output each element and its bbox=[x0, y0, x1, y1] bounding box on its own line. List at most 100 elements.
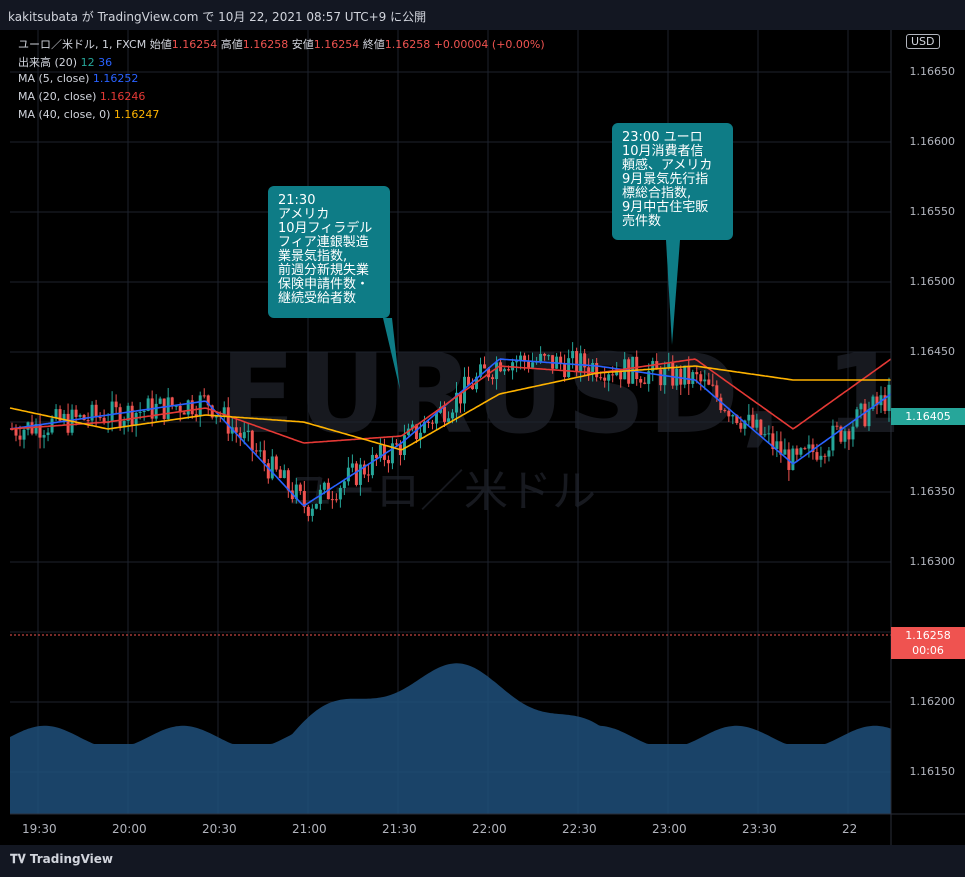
candle-body bbox=[679, 368, 683, 385]
close-label: 終値 bbox=[362, 38, 385, 51]
legend-ma5-row: MA (5, close) 1.16252 bbox=[18, 72, 138, 85]
candle-body bbox=[515, 361, 519, 363]
candle-body bbox=[683, 365, 687, 385]
candle-body bbox=[575, 351, 579, 372]
legend-volume-row: 出来高 (20) 12 36 bbox=[18, 54, 112, 70]
ma5-value: 1.16252 bbox=[92, 72, 139, 85]
candle-body bbox=[46, 432, 50, 436]
candle-body bbox=[755, 419, 759, 428]
brand-label: TradingView bbox=[29, 852, 114, 866]
change-value: +0.00004 (+0.00%) bbox=[433, 38, 545, 51]
volume-area bbox=[10, 663, 891, 814]
candle-body bbox=[366, 474, 370, 476]
candle-body bbox=[803, 448, 807, 450]
ma-line-1 bbox=[9, 358, 892, 444]
price-tick-label: 1.16200 bbox=[909, 695, 956, 708]
candle-body bbox=[727, 410, 731, 417]
candle-body bbox=[134, 412, 138, 426]
volume-value-1: 12 bbox=[80, 56, 95, 69]
price-tick-label: 1.16450 bbox=[909, 345, 956, 358]
candle-body bbox=[663, 368, 667, 386]
candle-body bbox=[691, 372, 695, 384]
candle-body bbox=[394, 443, 398, 445]
candle-body bbox=[715, 385, 719, 398]
candle-body bbox=[531, 362, 535, 368]
candle-body bbox=[619, 371, 623, 380]
candle-body bbox=[835, 425, 839, 427]
candle-body bbox=[354, 463, 358, 485]
price-chart[interactable] bbox=[0, 0, 965, 877]
candle-body bbox=[815, 452, 819, 460]
candle-body bbox=[94, 404, 98, 418]
candle-body bbox=[342, 481, 346, 489]
candle-body bbox=[198, 395, 202, 417]
candle-body bbox=[154, 403, 158, 419]
candle-body bbox=[118, 407, 122, 427]
volume-label: 出来高 (20) bbox=[18, 56, 78, 69]
candle-body bbox=[607, 374, 611, 381]
annotation-2130[interactable]: 21:30 アメリカ 10月フィラデル フィア連銀製造 業景気指数, 前週分新規… bbox=[268, 186, 390, 318]
candle-body bbox=[66, 413, 70, 433]
candle-body bbox=[783, 449, 787, 455]
price-tick-label: 1.16500 bbox=[909, 275, 956, 288]
candle-body bbox=[242, 432, 246, 439]
candle-body bbox=[74, 409, 78, 417]
candle-body bbox=[402, 435, 406, 456]
volume-value-2: 36 bbox=[98, 56, 113, 69]
candle-body bbox=[250, 430, 254, 451]
candle-body bbox=[851, 426, 855, 440]
candle-body bbox=[819, 455, 823, 460]
candle-body bbox=[759, 419, 763, 436]
candle-body bbox=[707, 379, 711, 385]
ma-line-2 bbox=[9, 365, 891, 451]
high-value: 1.16258 bbox=[242, 38, 289, 51]
candle-body bbox=[246, 430, 250, 433]
currency-badge[interactable]: USD bbox=[906, 34, 940, 49]
candle-body bbox=[711, 384, 715, 386]
legend-symbol-row: ユーロ／米ドル, 1, FXCM 始値1.16254 高値1.16258 安値1… bbox=[18, 36, 545, 52]
candle-body bbox=[110, 401, 114, 422]
ma5-label: MA (5, close) bbox=[18, 72, 90, 85]
tradingview-logo[interactable]: 𝐓𝐕 TradingView bbox=[10, 852, 113, 867]
candle-body bbox=[639, 378, 643, 383]
candle-body bbox=[138, 411, 142, 413]
candle-body bbox=[495, 362, 499, 380]
candle-body bbox=[370, 454, 374, 476]
price-tick-label: 1.16300 bbox=[909, 555, 956, 568]
candle-body bbox=[258, 450, 262, 452]
candle-body bbox=[831, 425, 835, 451]
candle-body bbox=[859, 403, 863, 410]
ma40-value: 1.16247 bbox=[113, 108, 160, 121]
tv-icon: 𝐓𝐕 bbox=[10, 852, 26, 866]
price-tick-label: 1.16650 bbox=[909, 65, 956, 78]
low-value: 1.16254 bbox=[313, 38, 360, 51]
candle-body bbox=[507, 369, 511, 371]
candle-body bbox=[282, 470, 286, 479]
time-tick-label: 19:30 bbox=[22, 822, 57, 836]
candle-body bbox=[703, 379, 707, 382]
candle-body bbox=[807, 444, 811, 449]
candle-body bbox=[442, 406, 446, 422]
candle-body bbox=[567, 358, 571, 378]
candle-body bbox=[162, 398, 166, 419]
candle-body bbox=[306, 506, 310, 516]
candle-body bbox=[262, 450, 266, 464]
low-label: 安値 bbox=[291, 38, 314, 51]
price-tick-label: 1.16150 bbox=[909, 765, 956, 778]
annotation-2300[interactable]: 23:00 ユーロ 10月消費者信 頼感、アメリカ 9月景気先行指 標総合指数,… bbox=[612, 123, 733, 240]
candle-body bbox=[751, 414, 755, 428]
candle-body bbox=[98, 417, 102, 419]
close-value: 1.16258 bbox=[384, 38, 431, 51]
candle-body bbox=[338, 488, 342, 500]
time-tick-label: 20:00 bbox=[112, 822, 147, 836]
candle-body bbox=[226, 407, 230, 434]
candle-body bbox=[543, 353, 547, 356]
candle-body bbox=[723, 410, 727, 412]
candle-body bbox=[274, 456, 278, 470]
price-tick-label: 1.16550 bbox=[909, 205, 956, 218]
candle-body bbox=[298, 484, 302, 492]
candle-body bbox=[114, 401, 118, 408]
candle-body bbox=[747, 414, 751, 421]
candle-body bbox=[346, 467, 350, 482]
candle-body bbox=[775, 441, 779, 449]
